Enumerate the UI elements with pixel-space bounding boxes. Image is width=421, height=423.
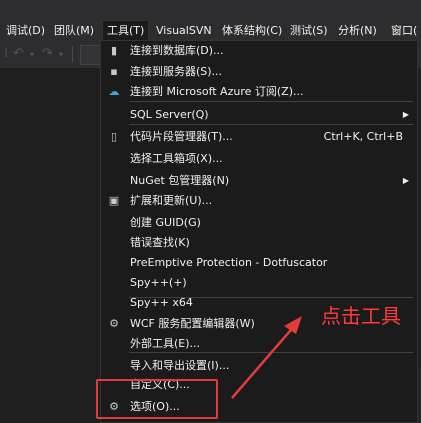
annotation-text: 点击工具 [321, 304, 401, 328]
annotation-arrow [231, 316, 302, 399]
